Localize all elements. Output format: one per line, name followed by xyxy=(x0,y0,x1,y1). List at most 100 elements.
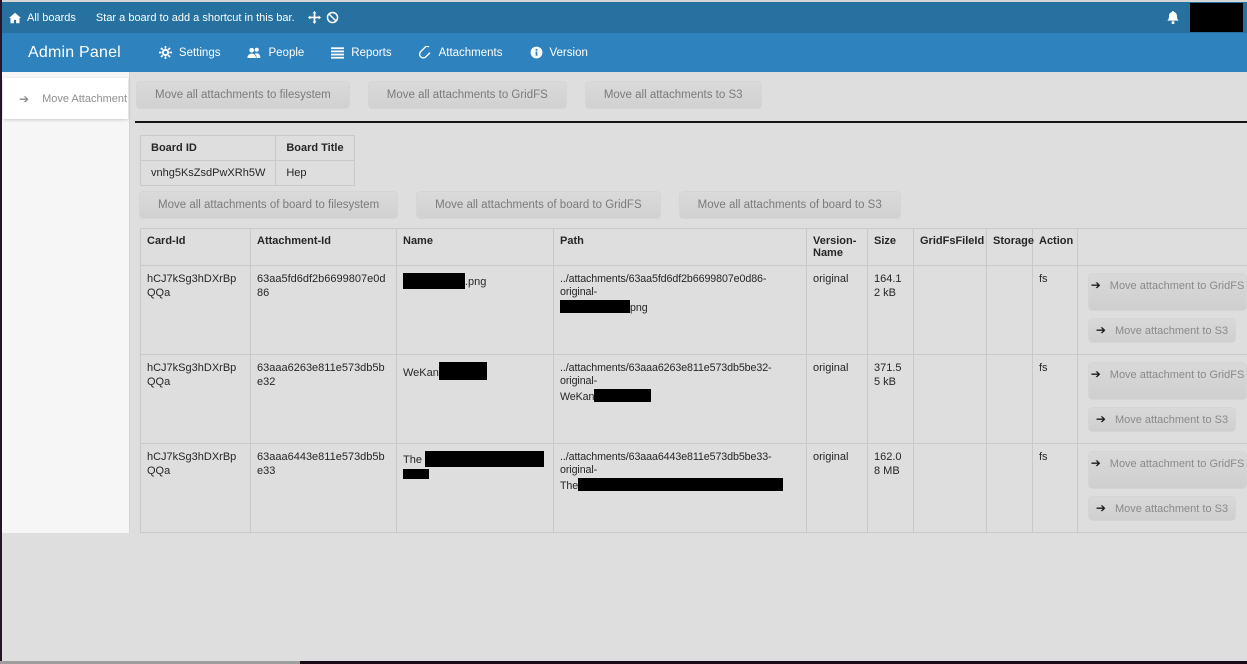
column-header-version-name: Version-Name xyxy=(807,229,868,266)
nav-item-people[interactable]: People xyxy=(247,46,304,59)
wekan-admin-panel-screen: All boards Star a board to add a shortcu… xyxy=(0,0,1247,664)
name-cell: WeKan xyxy=(397,355,554,444)
board-title-header: Board Title xyxy=(276,136,354,161)
nav-item-attachments[interactable]: Attachments xyxy=(419,46,503,59)
window-edge-left xyxy=(0,0,2,664)
column-header-card-id: Card-Id xyxy=(141,229,251,266)
ban-icon[interactable] xyxy=(326,11,339,24)
column-header-name: Name xyxy=(397,229,554,266)
column-header-size: Size xyxy=(868,229,914,266)
gridfsfileid-cell xyxy=(914,444,987,533)
path-cell: ../attachments/63aaa6263e811e573db5be32-… xyxy=(554,355,807,444)
nav-item-reports[interactable]: Reports xyxy=(331,47,391,59)
bell-icon[interactable] xyxy=(1162,7,1184,29)
column-header-storage: Storage xyxy=(987,229,1033,266)
move-attachment-to-gridfs-button[interactable]: ➔Move attachment to GridFS xyxy=(1089,452,1246,488)
admin-nav-menu: Settings People Reports Attachments Version xyxy=(159,46,615,59)
arrow-right-icon: ➔ xyxy=(1091,456,1101,470)
attachments-admin-content: Move all attachments to filesystem Move a… xyxy=(129,72,1247,664)
version-name-cell: original xyxy=(807,266,868,355)
attachment-id-cell: 63aaa6263e811e573db5be32 xyxy=(251,355,397,444)
page-title: Admin Panel xyxy=(28,44,121,62)
nav-item-label: Settings xyxy=(179,47,221,59)
shortcut-hint-text: Star a board to add a shortcut in this b… xyxy=(96,12,295,24)
admin-navbar: Admin Panel Settings People Reports Attachm… xyxy=(0,33,1247,72)
move-attachment-to-s3-button[interactable]: ➔Move attachment to S3 xyxy=(1089,497,1235,520)
size-cell: 162.08 MB xyxy=(868,444,914,533)
info-icon xyxy=(530,46,543,59)
shortcut-hint: Star a board to add a shortcut in this b… xyxy=(96,11,339,24)
sidebar: ➔ Move Attachment xyxy=(2,72,129,533)
card-id-cell: hCJ7kSg3hDXrBpQQa xyxy=(141,266,251,355)
board-move-buttons: Move all attachments of board to filesys… xyxy=(140,192,1247,218)
column-header-attachment-id: Attachment-Id xyxy=(251,229,397,266)
divider-rule xyxy=(135,121,1247,123)
arrow-right-icon: ➔ xyxy=(1096,323,1106,337)
storage-cell xyxy=(987,444,1033,533)
move-attachment-to-gridfs-button[interactable]: ➔Move attachment to GridFS xyxy=(1089,274,1246,310)
all-boards-label: All boards xyxy=(27,12,76,24)
column-header-action: Action xyxy=(1033,229,1078,266)
move-all-attachments-of-board-to-s3-button[interactable]: Move all attachments of board to S3 xyxy=(680,192,900,218)
redacted-text xyxy=(425,451,544,467)
arrow-right-icon: ➔ xyxy=(1091,278,1101,292)
board-title-cell: Hep xyxy=(276,161,354,186)
column-header-actions xyxy=(1078,229,1247,266)
action-cell: fs xyxy=(1033,355,1078,444)
path-cell: ../attachments/63aaa6443e811e573db5be33-… xyxy=(554,444,807,533)
redacted-text xyxy=(594,389,651,402)
redacted-text xyxy=(403,469,429,479)
board-table: Board ID Board Title vnhg5KsZsdPwXRh5W H… xyxy=(140,135,355,186)
paperclip-icon xyxy=(419,46,432,59)
move-all-attachments-to-gridfs-button[interactable]: Move all attachments to GridFS xyxy=(369,82,566,108)
move-attachment-to-gridfs-button[interactable]: ➔Move attachment to GridFS xyxy=(1089,363,1246,399)
global-move-buttons: Move all attachments to filesystem Move a… xyxy=(137,82,1247,108)
all-boards-link[interactable]: All boards xyxy=(9,12,76,24)
size-cell: 164.12 kB xyxy=(868,266,914,355)
row-actions-cell: ➔Move attachment to GridFS ➔Move attachme… xyxy=(1078,355,1247,444)
nav-item-version[interactable]: Version xyxy=(530,46,588,59)
row-actions-cell: ➔Move attachment to GridFS ➔Move attachme… xyxy=(1078,266,1247,355)
redacted-text xyxy=(439,362,487,380)
storage-cell xyxy=(987,266,1033,355)
move-all-attachments-to-s3-button[interactable]: Move all attachments to S3 xyxy=(586,82,761,108)
name-cell: .png xyxy=(397,266,554,355)
arrow-right-icon: ➔ xyxy=(1096,412,1106,426)
move-all-attachments-to-filesystem-button[interactable]: Move all attachments to filesystem xyxy=(137,82,349,108)
nav-item-label: Reports xyxy=(351,47,391,59)
arrow-right-icon: ➔ xyxy=(1091,367,1101,381)
redacted-text xyxy=(578,478,783,491)
sidebar-item-move-attachment[interactable]: ➔ Move Attachment xyxy=(3,78,128,119)
move-all-attachments-of-board-to-gridfs-button[interactable]: Move all attachments of board to GridFS xyxy=(417,192,659,218)
name-cell: The xyxy=(397,444,554,533)
move-attachment-to-s3-button[interactable]: ➔Move attachment to S3 xyxy=(1089,319,1235,342)
attachment-id-cell: 63aaa6443e811e573db5be33 xyxy=(251,444,397,533)
action-cell: fs xyxy=(1033,444,1078,533)
window-edge-top xyxy=(0,0,1247,2)
topbar: All boards Star a board to add a shortcu… xyxy=(0,2,1247,33)
size-cell: 371.55 kB xyxy=(868,355,914,444)
move-all-attachments-of-board-to-filesystem-button[interactable]: Move all attachments of board to filesys… xyxy=(140,192,397,218)
attachment-row: hCJ7kSg3hDXrBpQQa63aa5fd6df2b6699807e0d8… xyxy=(141,266,1247,355)
nav-item-label: Attachments xyxy=(439,47,503,59)
attachment-id-cell: 63aa5fd6df2b6699807e0d86 xyxy=(251,266,397,355)
column-header-path: Path xyxy=(554,229,807,266)
redacted-text xyxy=(403,273,465,289)
list-icon xyxy=(331,47,344,59)
move-attachment-to-s3-button[interactable]: ➔Move attachment to S3 xyxy=(1089,408,1235,431)
board-id-header: Board ID xyxy=(141,136,276,161)
nav-item-settings[interactable]: Settings xyxy=(159,46,221,59)
attachments-table: Card-IdAttachment-IdNamePathVersion-Name… xyxy=(140,228,1247,533)
storage-cell xyxy=(987,355,1033,444)
card-id-cell: hCJ7kSg3hDXrBpQQa xyxy=(141,444,251,533)
arrow-right-icon: ➔ xyxy=(1096,501,1106,515)
attachments-header-row: Card-IdAttachment-IdNamePathVersion-Name… xyxy=(141,229,1247,266)
table-row: vnhg5KsZsdPwXRh5W Hep xyxy=(141,161,355,186)
version-name-cell: original xyxy=(807,355,868,444)
move-icon[interactable] xyxy=(308,11,321,24)
sidebar-item-label: Move Attachment xyxy=(42,93,127,105)
gridfsfileid-cell xyxy=(914,355,987,444)
redacted-user-menu[interactable] xyxy=(1190,3,1243,32)
attachment-row: hCJ7kSg3hDXrBpQQa63aaa6263e811e573db5be3… xyxy=(141,355,1247,444)
nav-item-label: People xyxy=(268,47,304,59)
